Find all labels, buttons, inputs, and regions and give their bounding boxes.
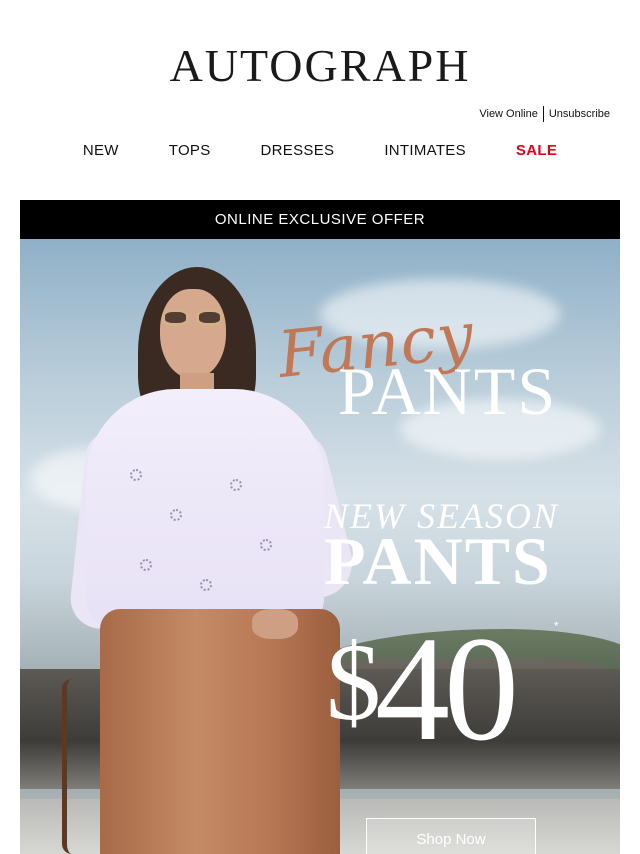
pants-heading: PANTS: [338, 353, 558, 429]
view-online-link[interactable]: View Online: [479, 108, 538, 120]
utility-links: View Online Unsubscribe: [479, 106, 610, 122]
offer-banner: ONLINE EXCLUSIVE OFFER: [20, 200, 620, 239]
nav-item-dresses[interactable]: DRESSES: [261, 142, 335, 159]
hero-image[interactable]: Fancy PANTS NEW SEASON PANTS $40 * Shop …: [20, 239, 620, 854]
wide-leg-pants: [100, 609, 340, 854]
pants-subheading: PANTS: [324, 523, 552, 599]
broderie-shirt: [86, 389, 324, 629]
eyelet: [140, 559, 152, 571]
hero-banner[interactable]: ONLINE EXCLUSIVE OFFER Fancy PANTS NEW S…: [20, 200, 620, 854]
price-currency: $: [326, 621, 381, 743]
utility-divider: [542, 106, 544, 122]
eyelet: [130, 469, 142, 481]
model-hand: [252, 609, 298, 639]
eyelet: [230, 479, 242, 491]
eyelet: [200, 579, 212, 591]
price: $40: [326, 597, 519, 774]
eyelet: [170, 509, 182, 521]
nav-item-sale[interactable]: SALE: [516, 142, 557, 159]
unsubscribe-link[interactable]: Unsubscribe: [549, 108, 610, 120]
sunglasses: [162, 309, 226, 329]
bag-strap: [62, 679, 82, 854]
brand-logo[interactable]: AUTOGRAPH: [0, 40, 640, 92]
price-value: 40: [375, 606, 519, 772]
shop-now-button[interactable]: Shop Now: [366, 818, 536, 854]
eyelet: [260, 539, 272, 551]
model-face: [160, 289, 226, 379]
price-asterisk: *: [554, 619, 559, 633]
main-nav: NEW TOPS DRESSES INTIMATES SALE: [0, 142, 640, 159]
nav-item-tops[interactable]: TOPS: [169, 142, 211, 159]
nav-item-intimates[interactable]: INTIMATES: [384, 142, 466, 159]
nav-item-new[interactable]: NEW: [83, 142, 119, 159]
